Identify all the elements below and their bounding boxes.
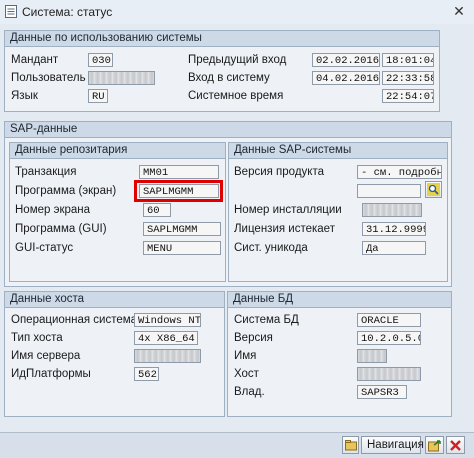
save-icon: [428, 440, 441, 452]
db-version-label: Версия: [234, 332, 273, 344]
screen-number-field[interactable]: 60: [143, 203, 171, 217]
gui-status-field[interactable]: MENU: [143, 241, 221, 255]
sap-data-frame: SAP-данные Данные репозитария Транзакция…: [4, 121, 452, 287]
install-number-field[interactable]: [362, 203, 422, 217]
save-button[interactable]: [425, 436, 444, 454]
product-details-button[interactable]: [425, 181, 442, 198]
login-label: Вход в систему: [188, 72, 270, 84]
db-host-label: Хост: [234, 368, 259, 380]
cancel-icon: [450, 440, 461, 451]
transaction-label: Транзакция: [15, 166, 77, 178]
product-version-field[interactable]: - см. подробну...: [357, 165, 442, 179]
server-name-label: Имя сервера: [11, 350, 81, 362]
program-gui-field[interactable]: SAPLMGMM: [143, 222, 221, 236]
db-version-field[interactable]: 10.2.0.5.0: [357, 331, 421, 345]
login-date-field[interactable]: 04.02.2016: [312, 71, 380, 85]
db-frame-title: Данные БД: [228, 292, 451, 308]
folder-icon: [345, 440, 357, 451]
mandant-label: Мандант: [11, 54, 59, 66]
program-screen-label: Программа (экран): [15, 185, 117, 197]
title-bar: Система: статус ✕: [0, 0, 474, 25]
language-field[interactable]: RU: [88, 89, 108, 103]
repository-frame: Данные репозитария Транзакция MM01 Прогр…: [9, 142, 226, 282]
host-type-field[interactable]: 4x X86_64: [134, 331, 198, 345]
program-gui-label: Программа (GUI): [15, 223, 107, 235]
product-version-extra-field: [357, 184, 421, 198]
prev-login-label: Предыдущий вход: [188, 54, 287, 66]
sap-system-frame-title: Данные SAP-системы: [229, 143, 447, 159]
platform-id-field[interactable]: 562: [134, 367, 159, 381]
screen-number-label: Номер экрана: [15, 204, 91, 216]
install-number-label: Номер инсталляции: [234, 204, 342, 216]
button-bar: Навигация: [0, 432, 474, 458]
close-button[interactable]: ✕: [448, 2, 470, 20]
db-owner-field[interactable]: SAPSR3: [357, 385, 407, 399]
document-icon: [5, 5, 17, 18]
usage-frame: Данные по использованию системы Мандант …: [4, 30, 440, 112]
db-frame: Данные БД Система БД ORACLE Версия 10.2.…: [227, 291, 452, 417]
window-title: Система: статус: [22, 5, 113, 19]
sap-system-frame: Данные SAP-системы Версия продукта - см.…: [228, 142, 448, 282]
platform-id-label: ИдПлатформы: [11, 368, 91, 380]
cancel-button[interactable]: [446, 436, 465, 454]
os-field[interactable]: Windows NT: [134, 313, 201, 327]
host-frame: Данные хоста Операционная система Window…: [4, 291, 225, 417]
os-label: Операционная система: [11, 314, 138, 326]
host-type-label: Тип хоста: [11, 332, 63, 344]
db-system-field[interactable]: ORACLE: [357, 313, 421, 327]
transaction-field[interactable]: MM01: [139, 165, 219, 179]
db-name-label: Имя: [234, 350, 257, 362]
unicode-field[interactable]: Да: [362, 241, 426, 255]
license-expires-label: Лицензия истекает: [234, 223, 335, 235]
product-version-label: Версия продукта: [234, 166, 324, 178]
system-time-field[interactable]: 22:54:07: [382, 89, 434, 103]
db-owner-label: Влад.: [234, 386, 265, 398]
unicode-label: Сист. уникода: [234, 242, 308, 254]
host-frame-title: Данные хоста: [5, 292, 224, 308]
db-system-label: Система БД: [234, 314, 299, 326]
repository-frame-title: Данные репозитария: [10, 143, 225, 159]
prev-login-time-field[interactable]: 18:01:04: [382, 53, 434, 67]
language-label: Язык: [11, 90, 38, 102]
magnifier-icon: [427, 183, 440, 196]
server-name-field[interactable]: [134, 349, 201, 363]
usage-frame-title: Данные по использованию системы: [5, 31, 439, 47]
license-expires-field[interactable]: 31.12.9999: [362, 222, 426, 236]
dialog-body: Данные по использованию системы Мандант …: [0, 24, 474, 457]
navigation-button-label: Навигация: [367, 439, 424, 451]
program-screen-highlight: [134, 180, 223, 202]
user-label: Пользователь: [11, 72, 86, 84]
login-time-field[interactable]: 22:33:58: [382, 71, 434, 85]
user-field[interactable]: [88, 71, 155, 85]
prev-login-date-field[interactable]: 02.02.2016: [312, 53, 380, 67]
system-time-label: Системное время: [188, 90, 284, 102]
navigation-button[interactable]: Навигация: [361, 436, 424, 454]
db-name-field[interactable]: [357, 349, 387, 363]
gui-status-label: GUI-статус: [15, 242, 74, 254]
sap-data-frame-title: SAP-данные: [5, 122, 451, 138]
confirm-button[interactable]: [342, 436, 359, 454]
db-host-field[interactable]: [357, 367, 421, 381]
mandant-field[interactable]: 030: [88, 53, 113, 67]
